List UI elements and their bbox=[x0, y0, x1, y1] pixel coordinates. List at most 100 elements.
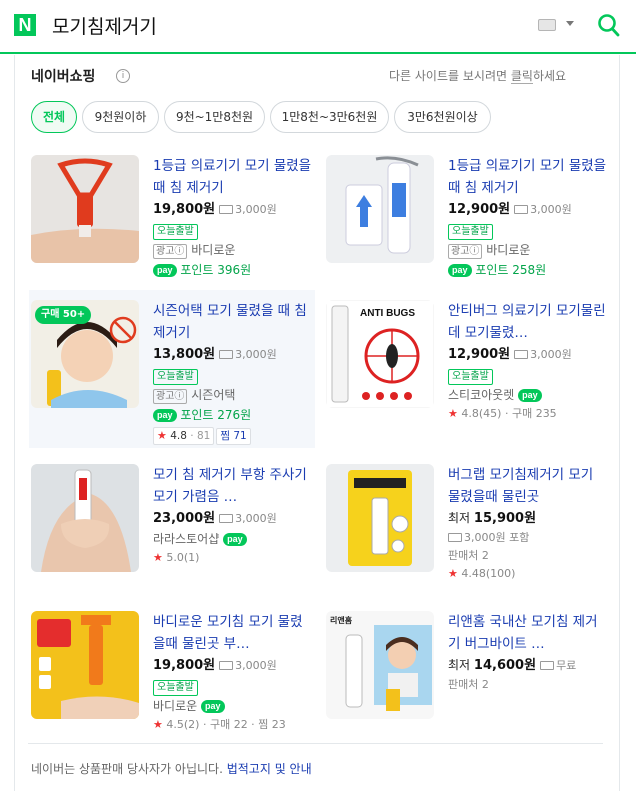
point-text: 포인트 396원 bbox=[180, 263, 252, 277]
info-icon[interactable]: i bbox=[116, 69, 130, 83]
store-name[interactable]: 시즌어택 bbox=[191, 388, 235, 402]
npay-icon: pay bbox=[153, 264, 177, 277]
product-card[interactable]: ANTI BUGS 안티버그 의료기기 모기물린데 모기물렸… 12,900원 3… bbox=[326, 300, 612, 438]
keyboard-icon[interactable] bbox=[538, 19, 556, 31]
purchase-count: 구매 235 bbox=[511, 407, 557, 420]
thumb-label: ANTI BUGS bbox=[360, 308, 415, 319]
star-icon: ★ bbox=[153, 551, 163, 564]
search-query[interactable]: 모기침제거기 bbox=[52, 12, 157, 39]
product-title[interactable]: 안티버그 의료기기 모기물린데 모기물렸… bbox=[448, 300, 608, 344]
filter-chip-all[interactable]: 전체 bbox=[31, 101, 77, 133]
filter-chip-under-9k[interactable]: 9천원이하 bbox=[82, 101, 159, 133]
purchase-count: 구매 22 bbox=[209, 718, 248, 731]
purchase-count-badge: 구매 50+ bbox=[35, 306, 92, 324]
product-thumbnail[interactable] bbox=[31, 611, 139, 719]
product-price: 19,800원 bbox=[153, 658, 216, 673]
truck-icon bbox=[540, 661, 555, 670]
product-card[interactable]: 1등급 의료기기 모기 물렸을 때 침 제거기 19,800원 3,000원 오늘… bbox=[31, 155, 317, 293]
truck-icon bbox=[219, 205, 234, 214]
point-text: 포인트 258원 bbox=[475, 263, 547, 277]
store-name[interactable]: 바디로운 bbox=[153, 699, 197, 713]
legal-notice-link[interactable]: 법적고지 및 안내 bbox=[227, 762, 312, 776]
shipping-fee: 3,000원 bbox=[235, 659, 277, 672]
store-name[interactable]: 바디로운 bbox=[486, 243, 530, 257]
zzim-count: 찜 23 bbox=[258, 718, 286, 731]
click-link[interactable]: 클릭 bbox=[510, 69, 533, 84]
product-price: 13,800원 bbox=[153, 347, 216, 362]
rating-text: 4.5(2) bbox=[166, 718, 200, 731]
filter-chip-9k-18k[interactable]: 9천~1만8천원 bbox=[164, 101, 265, 133]
truck-icon bbox=[219, 350, 234, 359]
product-thumbnail[interactable]: ANTI BUGS bbox=[326, 300, 434, 408]
truck-icon bbox=[448, 533, 462, 542]
today-ship-badge: 오늘출발 bbox=[448, 224, 493, 240]
shipping-fee: 3,000원 bbox=[235, 512, 277, 525]
product-title[interactable]: 모기 침 제거기 부항 주사기 모기 가렴음 … bbox=[153, 464, 313, 508]
truck-icon bbox=[219, 514, 234, 523]
npay-icon: pay bbox=[201, 700, 225, 713]
zzim-box[interactable]: 찜 71 bbox=[216, 428, 251, 445]
price-prefix: 최저 bbox=[448, 511, 471, 525]
search-bar: N 모기침제거기 bbox=[0, 0, 636, 54]
store-name[interactable]: 라라스토어샵 bbox=[153, 532, 219, 546]
thumb-label: 리앤홈 bbox=[330, 615, 353, 625]
npay-icon: pay bbox=[448, 264, 472, 277]
product-price: 12,900원 bbox=[448, 202, 511, 217]
product-price: 14,600원 bbox=[473, 658, 537, 673]
shipping-fee: 3,000원 bbox=[530, 203, 572, 216]
npay-icon: pay bbox=[518, 389, 542, 402]
product-card[interactable]: 리앤홈 리앤홈 국내산 모기침 제거기 버그바이트 … 최저 14,600원 무료… bbox=[326, 611, 612, 749]
ad-badge[interactable]: 광고ⓘ bbox=[448, 244, 483, 259]
product-thumbnail[interactable] bbox=[326, 155, 434, 263]
product-title[interactable]: 1등급 의료기기 모기 물렸을 때 침 제거기 bbox=[153, 155, 313, 199]
shipping-fee: 3,000원 bbox=[235, 203, 277, 216]
star-icon: ★ bbox=[153, 718, 163, 731]
product-thumbnail[interactable] bbox=[31, 464, 139, 572]
other-site-notice: 다른 사이트를 보시려면 클릭하세요 bbox=[389, 69, 567, 84]
naver-logo[interactable]: N bbox=[14, 14, 36, 36]
product-card[interactable]: 모기 침 제거기 부항 주사기 모기 가렴음 … 23,000원 3,000원 라… bbox=[31, 464, 317, 602]
rating-value: 4.8 bbox=[170, 430, 187, 442]
product-card[interactable]: 구매 50+ 시즌어택 모기 물렸을 때 침 제거기 13,800원 3,000원… bbox=[31, 300, 317, 445]
product-title[interactable]: 바디로운 모기침 모기 물렸을때 물린곳 부… bbox=[153, 611, 313, 655]
today-ship-badge: 오늘출발 bbox=[448, 369, 493, 385]
search-icon[interactable] bbox=[597, 13, 621, 39]
product-thumbnail[interactable]: 구매 50+ bbox=[31, 300, 139, 408]
product-title[interactable]: 버그랩 모기침제거기 모기 물렸을때 물린곳 bbox=[448, 464, 608, 508]
ad-badge[interactable]: 광고ⓘ bbox=[153, 244, 188, 259]
chevron-down-icon[interactable] bbox=[566, 21, 574, 26]
seller-count[interactable]: 판매처 2 bbox=[448, 547, 608, 565]
rating-text: 4.48(100) bbox=[461, 567, 516, 580]
store-name[interactable]: 바디로운 bbox=[191, 243, 235, 257]
product-thumbnail[interactable] bbox=[31, 155, 139, 263]
store-name[interactable]: 스티코아웃렛 bbox=[448, 388, 514, 402]
product-title[interactable]: 시즌어택 모기 물렸을 때 침 제거기 bbox=[153, 300, 313, 344]
price-prefix: 최저 bbox=[448, 658, 471, 672]
truck-icon bbox=[219, 661, 234, 670]
product-title[interactable]: 리앤홈 국내산 모기침 제거기 버그바이트 … bbox=[448, 611, 608, 655]
product-price: 15,900원 bbox=[473, 511, 537, 526]
shipping-fee: 3,000원 bbox=[530, 348, 572, 361]
shipping-fee: 3,000원 bbox=[235, 348, 277, 361]
filter-chip-18k-36k[interactable]: 1만8천~3만6천원 bbox=[270, 101, 389, 133]
ad-badge[interactable]: 광고ⓘ bbox=[153, 389, 188, 404]
product-thumbnail[interactable] bbox=[326, 464, 434, 572]
shipping-fee: 무료 bbox=[556, 659, 577, 672]
star-icon: ★ bbox=[448, 407, 458, 420]
product-card[interactable]: 바디로운 모기침 모기 물렸을때 물린곳 부… 19,800원 3,000원 오늘… bbox=[31, 611, 317, 749]
product-price: 12,900원 bbox=[448, 347, 511, 362]
today-ship-badge: 오늘출발 bbox=[153, 680, 198, 696]
product-card[interactable]: 1등급 의료기기 모기 물렸을 때 침 제거기 12,900원 3,000원 오늘… bbox=[326, 155, 612, 293]
npay-icon: pay bbox=[153, 409, 177, 422]
product-card[interactable]: 버그랩 모기침제거기 모기 물렸을때 물린곳 최저 15,900원 3,000원… bbox=[326, 464, 612, 602]
review-count: 81 bbox=[196, 430, 211, 442]
seller-count[interactable]: 판매처 2 bbox=[448, 676, 608, 694]
product-price: 23,000원 bbox=[153, 511, 216, 526]
product-title[interactable]: 1등급 의료기기 모기 물렸을 때 침 제거기 bbox=[448, 155, 608, 199]
review-box[interactable]: ★ 4.8 · 81 bbox=[153, 427, 215, 445]
truck-icon bbox=[514, 350, 529, 359]
divider bbox=[28, 743, 603, 744]
product-thumbnail[interactable]: 리앤홈 bbox=[326, 611, 434, 719]
rating-text: 5.0(1) bbox=[166, 551, 200, 564]
filter-chip-over-36k[interactable]: 3만6천원이상 bbox=[394, 101, 491, 133]
